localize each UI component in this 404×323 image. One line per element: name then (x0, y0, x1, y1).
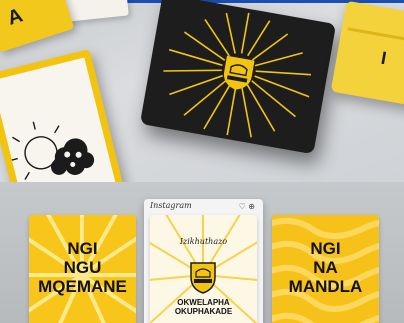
post-text-line: MANDLA (288, 277, 363, 296)
yellow-card-right-text: I (379, 47, 389, 69)
yellow-card-right: I (330, 0, 404, 108)
yellow-card-right-fine-text (347, 27, 404, 41)
more-icon[interactable]: ⊕ (248, 202, 255, 211)
post-caption-line: OKUPHAKADE (174, 307, 233, 316)
sun-cloud-illustration (9, 121, 95, 180)
post-card-ngi-ngu-mqemane[interactable]: NGI NGU MQEMANE (29, 215, 136, 323)
scene: A I NGI NGU MQEMANE Instagram ♡ ⊕ Izikhu… (0, 0, 404, 323)
bottom-grid-area: NGI NGU MQEMANE Instagram ♡ ⊕ Izikhuthaz… (0, 182, 404, 323)
product-photo: A I (0, 0, 404, 182)
post-text-line: NGI (67, 239, 98, 258)
post-text-line: NGI (310, 239, 341, 258)
post-card-ngi-na-mandla[interactable]: NGI NA MANDLA (272, 215, 379, 323)
post-card-okwelapha-okuphakade[interactable]: Izikhuthazo OKWELAPHA OKUPHAKADE (150, 215, 257, 323)
post-text-line: NA (313, 258, 338, 277)
instagram-label: Instagram (150, 201, 192, 210)
sunburst-graphic (163, 12, 312, 138)
post-script-title: Izikhuthazo (179, 237, 228, 246)
post-caption-line: OKWELAPHA (177, 298, 230, 307)
heart-icon[interactable]: ♡ (239, 202, 246, 211)
yellow-card-left: A (0, 0, 75, 53)
instagram-header: Instagram ♡ ⊕ (144, 199, 263, 215)
illustrated-card-left (0, 49, 126, 182)
post-text-line: NGU (63, 258, 102, 277)
post-text-line: MQEMANE (38, 277, 127, 296)
black-sunburst-card (139, 0, 337, 155)
yellow-card-left-text: A (4, 4, 27, 30)
